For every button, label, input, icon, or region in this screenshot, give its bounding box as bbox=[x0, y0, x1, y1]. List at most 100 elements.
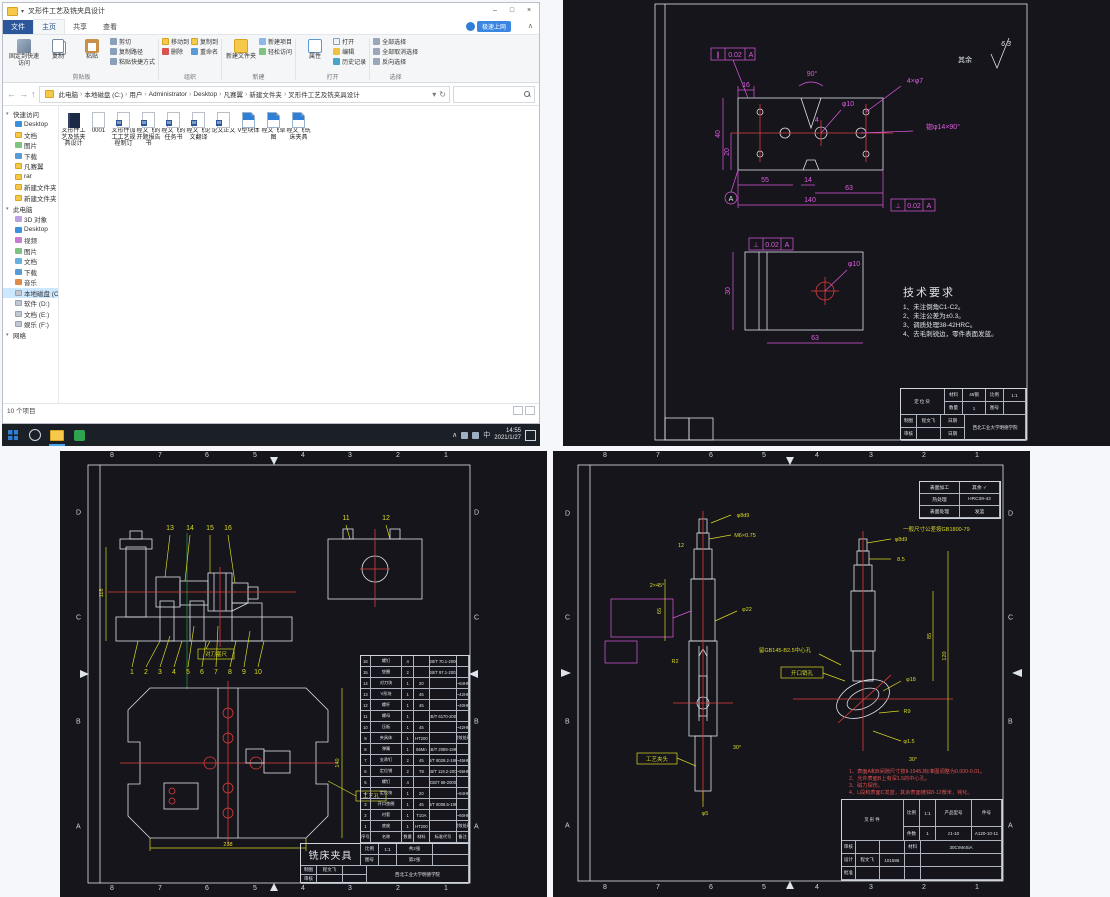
cloud-badge-icon[interactable] bbox=[466, 22, 475, 31]
sidebar-item-quick[interactable]: 凡赛翼 bbox=[3, 161, 58, 172]
explorer-taskbar-button[interactable] bbox=[46, 424, 68, 446]
back-icon[interactable]: ← bbox=[7, 89, 16, 99]
start-button[interactable] bbox=[2, 424, 24, 446]
breadcrumb-item[interactable]: Administrator bbox=[149, 91, 187, 98]
breadcrumb-item[interactable]: 此电脑 bbox=[59, 89, 79, 99]
tab-share[interactable]: 共享 bbox=[65, 20, 95, 34]
paste-shortcut-button[interactable]: 粘贴快捷方式 bbox=[110, 57, 155, 66]
details-view-icon[interactable] bbox=[513, 406, 523, 415]
breadcrumb-item[interactable]: 本地磁盘 (C:) bbox=[84, 89, 123, 99]
sidebar-item-pc[interactable]: 本地磁盘 (C:) bbox=[3, 288, 58, 299]
copy-path-button[interactable]: 复制路径 bbox=[110, 47, 155, 56]
copy-to-button[interactable]: 复制到 bbox=[191, 37, 218, 46]
taskbar-clock[interactable]: 14:55 2021/1/27 bbox=[494, 428, 521, 442]
promo-badge[interactable]: 极速上网 bbox=[477, 21, 511, 32]
delete-button[interactable]: 删除 bbox=[162, 47, 189, 56]
sidebar-item-quick[interactable]: rar bbox=[3, 172, 58, 183]
cad1-title-block: 定位块 材料 45钢 比例 1:1 数量 1 图号 bbox=[900, 388, 1027, 440]
paste-label: 粘贴 bbox=[86, 54, 98, 60]
easy-access-button[interactable]: 轻松访问 bbox=[259, 47, 292, 56]
open-button[interactable]: 打开 bbox=[333, 37, 366, 46]
network-icon[interactable] bbox=[461, 432, 468, 439]
minimize-button[interactable]: – bbox=[487, 5, 503, 17]
edit-button[interactable]: 编辑 bbox=[333, 47, 366, 56]
general-tolerance-note: 一般尺寸公差按GB1800-79 bbox=[903, 525, 970, 533]
file-item[interactable]: 程文飞铣床夹具 bbox=[286, 110, 311, 141]
close-button[interactable]: × bbox=[521, 5, 537, 17]
sidebar-item-pc[interactable]: 软件 (D:) bbox=[3, 298, 58, 309]
action-center-icon[interactable] bbox=[525, 430, 536, 441]
search-input[interactable] bbox=[454, 91, 524, 97]
tab-file[interactable]: 文件 bbox=[3, 20, 33, 34]
bom-cell: 45 bbox=[414, 755, 430, 766]
tab-view[interactable]: 查看 bbox=[95, 20, 125, 34]
bom-cell: 45 bbox=[414, 722, 430, 733]
sidebar-item-quick[interactable]: 图片 bbox=[3, 140, 58, 151]
move-to-button[interactable]: 移动到 bbox=[162, 37, 189, 46]
new-item-button[interactable]: 新建项目 bbox=[259, 37, 292, 46]
file-item[interactable]: 程文飞的开题报告书 bbox=[136, 110, 161, 148]
sidebar-item-pc[interactable]: 文档 (E:) bbox=[3, 309, 58, 320]
refresh-icon[interactable]: ↻ bbox=[439, 90, 446, 99]
sidebar-item-quick[interactable]: 下载 bbox=[3, 151, 58, 162]
sidebar-item-pc[interactable]: 视频 bbox=[3, 235, 58, 246]
file-item[interactable]: 叉形件加工工艺规程制订 bbox=[111, 110, 136, 148]
sidebar-section-quick-access[interactable]: ▾快速访问 bbox=[3, 108, 58, 119]
maximize-button[interactable]: □ bbox=[504, 5, 520, 17]
sidebar-item-pc[interactable]: 文档 bbox=[3, 256, 58, 267]
file-item[interactable]: 程文飞草图 bbox=[261, 110, 286, 141]
sidebar-item-pc[interactable]: 图片 bbox=[3, 246, 58, 257]
file-item[interactable]: 0001 bbox=[86, 110, 111, 135]
breadcrumb-item[interactable]: 叉形件工艺及铣夹具设计 bbox=[288, 89, 360, 99]
expand-chevron-icon[interactable]: ▾ bbox=[6, 206, 11, 212]
up-icon[interactable]: ↑ bbox=[31, 89, 36, 99]
sidebar-item-pc[interactable]: 3D 对象 bbox=[3, 214, 58, 225]
breadcrumb[interactable]: 此电脑›本地磁盘 (C:)›用户›Administrator›Desktop›凡… bbox=[39, 86, 451, 103]
tab-home[interactable]: 主页 bbox=[33, 19, 65, 34]
input-language-indicator[interactable]: 中 bbox=[483, 430, 490, 440]
sidebar-item-pc[interactable]: Desktop bbox=[3, 225, 58, 236]
breadcrumb-item[interactable]: 用户 bbox=[129, 89, 142, 99]
sidebar-item-quick[interactable]: 新建文件夹 (2) bbox=[3, 193, 58, 204]
new-folder-button[interactable]: 新建文件夹 bbox=[225, 37, 257, 61]
volume-icon[interactable] bbox=[472, 432, 479, 439]
sidebar-item-quick[interactable]: Desktop bbox=[3, 119, 58, 130]
forward-icon[interactable]: → bbox=[19, 89, 28, 99]
address-dropdown-icon[interactable]: ▾ bbox=[432, 90, 436, 99]
file-item[interactable]: 论文正文 bbox=[211, 110, 236, 135]
expand-chevron-icon[interactable]: ▾ bbox=[6, 332, 11, 338]
copy-button[interactable]: 复制 bbox=[42, 37, 74, 61]
green-app-taskbar-button[interactable] bbox=[68, 424, 90, 446]
quick-access-toolbar-arrow-icon[interactable]: ▾ bbox=[21, 8, 24, 15]
sidebar-item-pc[interactable]: 娱乐 (F:) bbox=[3, 319, 58, 330]
properties-button[interactable]: 属性 bbox=[299, 37, 331, 61]
cut-button[interactable]: 剪切 bbox=[110, 37, 155, 46]
cad2-plan-dimensions bbox=[106, 547, 386, 851]
paste-button[interactable]: 粘贴 bbox=[76, 37, 108, 61]
file-item[interactable]: V型块体 bbox=[236, 110, 261, 135]
sidebar-item-pc[interactable]: 音乐 bbox=[3, 277, 58, 288]
file-item[interactable]: 程文飞论文翻译 bbox=[186, 110, 211, 141]
breadcrumb-item[interactable]: Desktop bbox=[193, 91, 217, 98]
sidebar-item-quick[interactable]: 新建文件夹 bbox=[3, 182, 58, 193]
sidebar-item-pc[interactable]: 下载 bbox=[3, 267, 58, 278]
invert-selection-button[interactable]: 反向选择 bbox=[373, 57, 418, 66]
ribbon-collapse-icon[interactable]: ∧ bbox=[528, 22, 533, 30]
search-taskbar-button[interactable] bbox=[24, 424, 46, 446]
thumbnail-view-icon[interactable] bbox=[525, 406, 535, 415]
breadcrumb-item[interactable]: 新建文件夹 bbox=[249, 89, 282, 99]
breadcrumb-item[interactable]: 凡赛翼 bbox=[224, 89, 244, 99]
history-button[interactable]: 历史记录 bbox=[333, 57, 366, 66]
rename-button[interactable]: 重命名 bbox=[191, 47, 218, 56]
expand-chevron-icon[interactable]: ▾ bbox=[6, 111, 11, 117]
tray-chevron-up-icon[interactable]: ∧ bbox=[452, 431, 457, 439]
search-box[interactable] bbox=[453, 86, 535, 103]
sidebar-item-quick[interactable]: 文档 bbox=[3, 130, 58, 141]
file-item[interactable]: 叉形件工艺及铣夹具设计 bbox=[61, 110, 86, 148]
select-all-button[interactable]: 全部选择 bbox=[373, 37, 418, 46]
pin-to-quick-access-button[interactable]: 固定到快速访问 bbox=[8, 37, 40, 67]
file-item[interactable]: 程文飞的任务书 bbox=[161, 110, 186, 141]
select-none-button[interactable]: 全部取消选择 bbox=[373, 47, 418, 56]
sidebar-section-this-pc[interactable]: ▾此电脑 bbox=[3, 203, 58, 214]
sidebar-section-network[interactable]: ▾网络 bbox=[3, 330, 58, 341]
